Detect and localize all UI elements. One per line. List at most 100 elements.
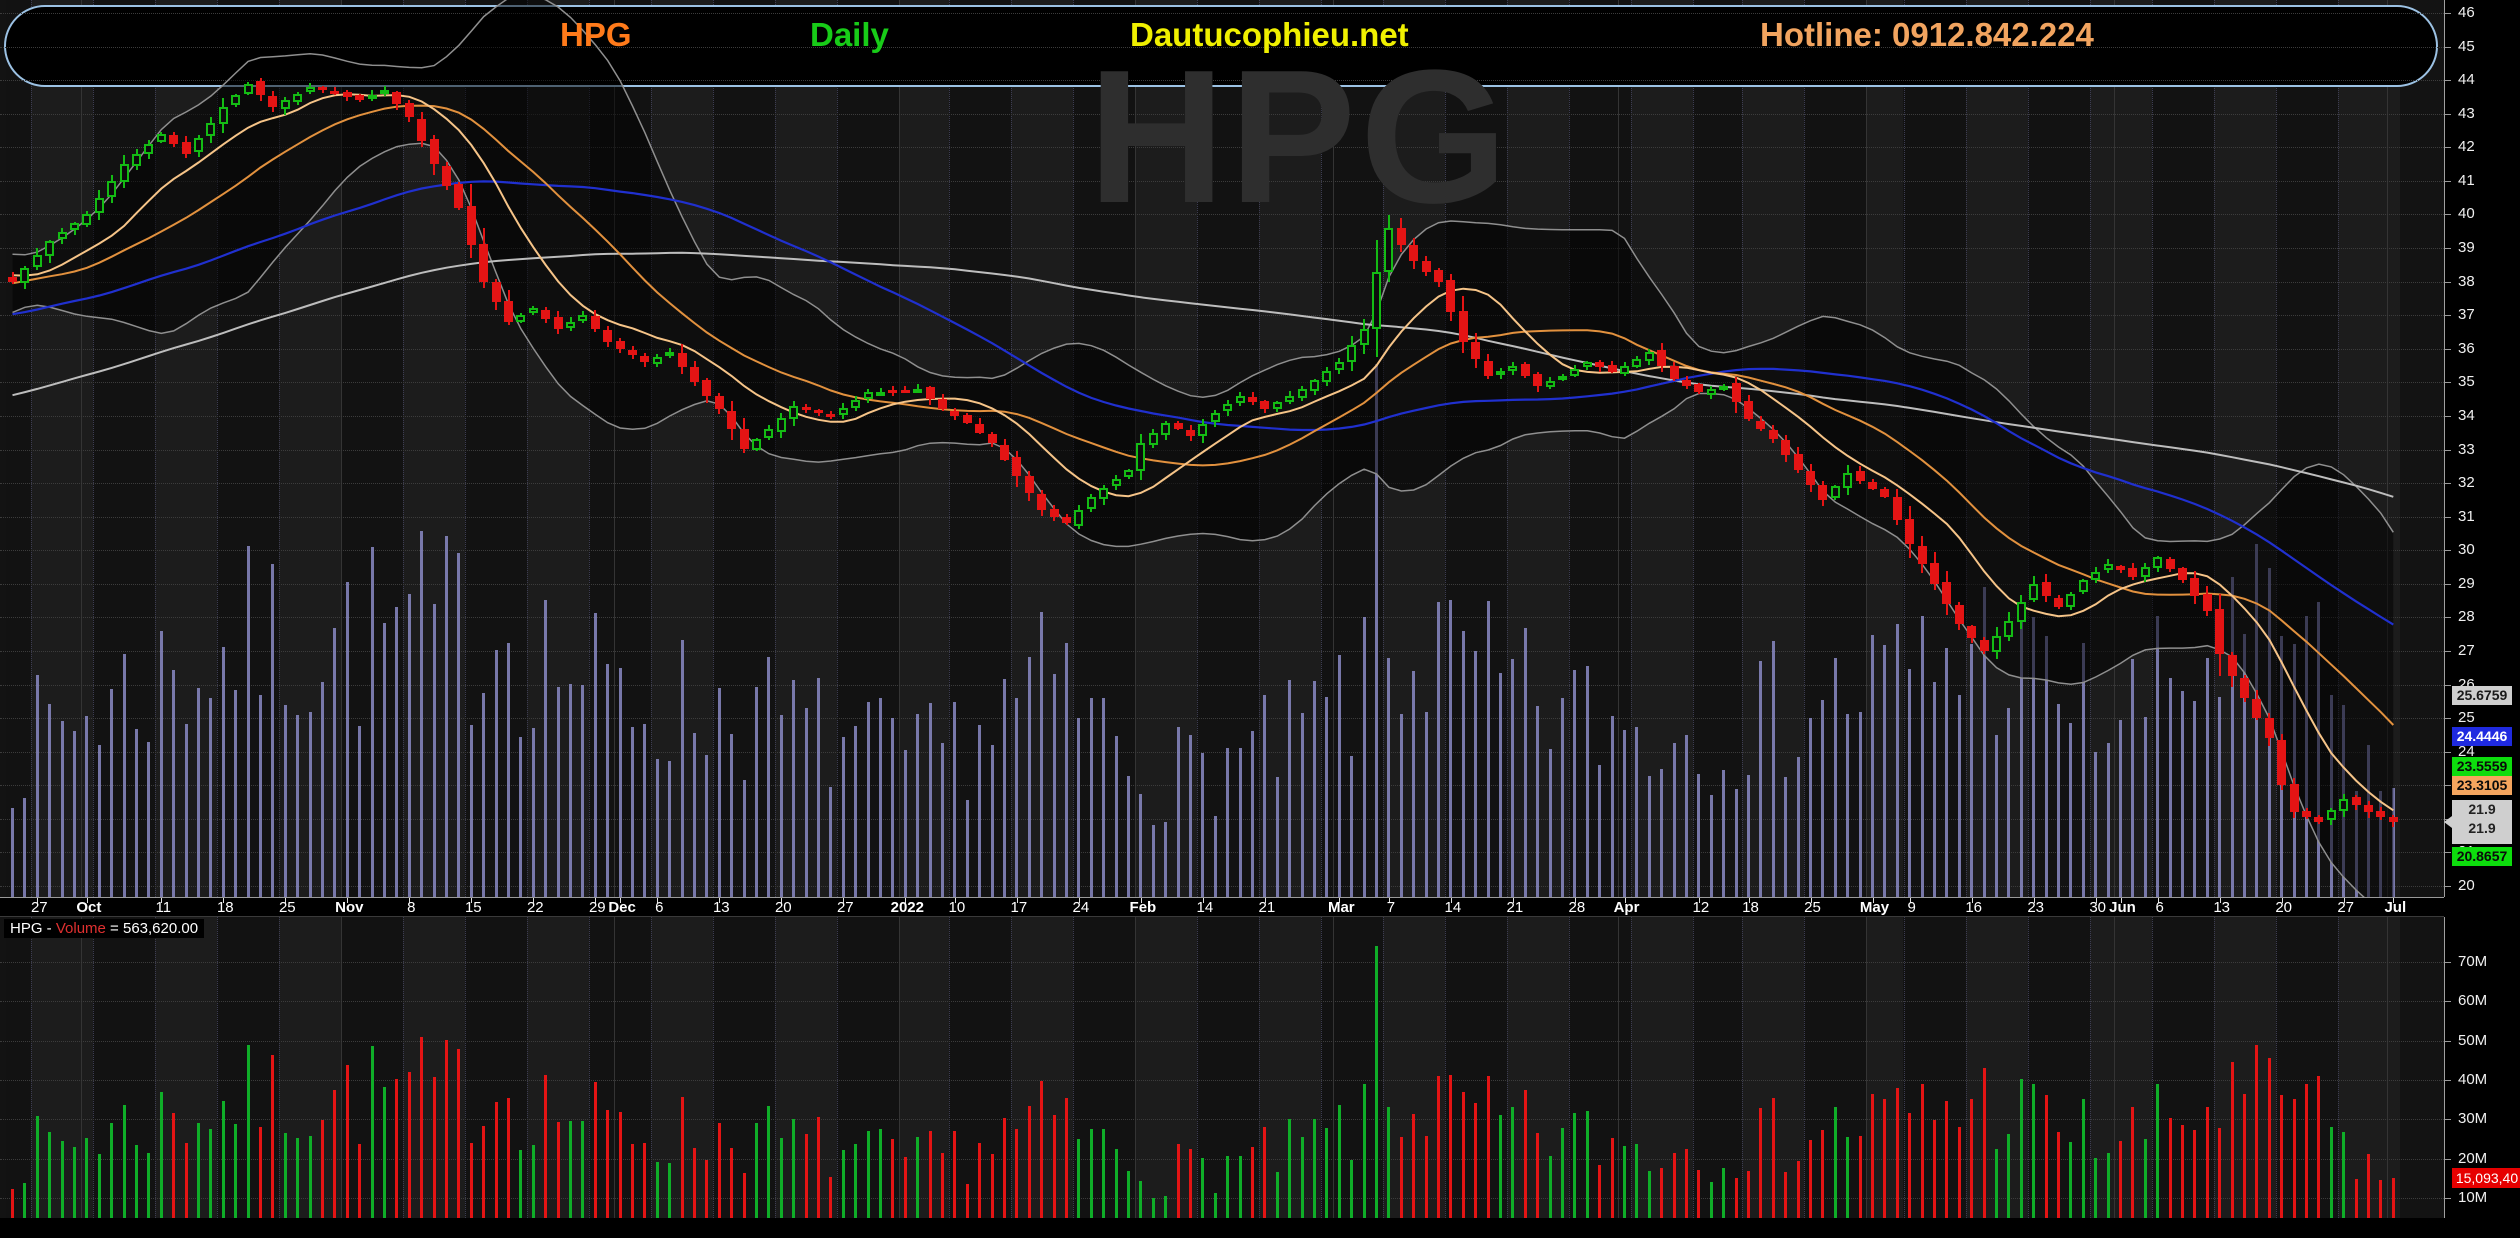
overlay-volume-bar [693,733,696,897]
price-axis-label: 35 [2458,374,2475,390]
volume-bar [1115,1149,1118,1218]
candle-body [1508,366,1517,371]
volume-bar [1859,1136,1862,1218]
overlay-volume-bar [160,631,163,897]
candle-body [988,434,997,442]
price-tag-line: 23.3105 [2452,776,2512,795]
overlay-volume-bar [2305,616,2308,897]
overlay-volume-bar [2007,708,2010,897]
price-axis-tick [2445,617,2451,618]
candle-body [231,95,240,105]
overlay-volume-bar [172,670,175,897]
candle-body [1818,485,1827,499]
volume-bar [1152,1198,1155,1218]
date-tick-label: 27 [837,900,854,916]
volume-bar [2268,1058,2271,1218]
header-hotline: Hotline: 0912.842.224 [1760,16,2094,54]
volume-axis-tick [2445,1198,2451,1199]
volume-axis[interactable]: 70M60M50M40M30M20M10M15,093,40 [2444,917,2520,1218]
price-axis[interactable]: 4645444342414039383736353433323130292827… [2444,0,2520,897]
candle-body [256,81,265,95]
price-gridline [0,584,2444,585]
volume-bar [1251,1147,1254,1218]
volume-axis-tick [2445,1001,2451,1002]
overlay-volume-bar [1821,700,1824,897]
volume-bar [333,1090,336,1218]
candle-body [244,84,253,94]
volume-pane[interactable]: HPG - Volume = 563,620.00 [0,917,2444,1218]
volume-axis-label: 70M [2458,954,2487,970]
overlay-volume-bar [1834,658,1837,897]
volume-bar [209,1129,212,1218]
candle-body [2228,655,2237,676]
overlay-volume-bar [110,689,113,897]
volume-bar [966,1184,969,1218]
candle-body [20,268,29,282]
candle-body [888,390,897,393]
price-gridline [0,315,2444,316]
overlay-volume-bar [247,546,250,897]
candle-body [901,390,910,393]
candle-body [616,341,625,349]
volume-bar [792,1119,795,1218]
candle-body [1806,471,1815,485]
week-gridline [1804,0,1805,897]
overlay-volume-bar [1400,714,1403,897]
volume-bar [2280,1095,2283,1218]
candle-body [1893,497,1902,520]
overlay-volume-bar [1921,616,1924,897]
overlay-volume-bar [284,705,287,897]
price-gridline [0,550,2444,551]
candle-body [2104,564,2113,570]
date-axis-corner [2444,897,2520,917]
volume-bar [1846,1137,1849,1218]
volume-bar [879,1129,882,1218]
volume-bar [482,1126,485,1218]
volume-bar [730,1148,733,1218]
candle-body [851,400,860,407]
volume-bar [1784,1172,1787,1218]
candle-body [2166,559,2175,569]
week-gridline [1073,0,1074,897]
week-gridline [465,0,466,897]
month-gridline [1866,0,1867,897]
volume-bar [2094,1158,2097,1218]
price-axis-label: 28 [2458,609,2475,625]
price-tag-line: 23.5559 [2452,757,2512,776]
overlay-volume-bar [1350,756,1353,897]
overlay-volume-bar [2255,544,2258,897]
price-axis-tick [2445,114,2451,115]
candle-body [1062,517,1071,523]
overlay-volume-bar [730,734,733,897]
candle-body [1223,404,1232,411]
candle-body [1459,311,1468,342]
month-gridline [2114,0,2115,897]
price-axis-tick [2445,80,2451,81]
price-axis-tick [2445,315,2451,316]
overlay-volume-bar [1003,679,1006,897]
volume-bar [2131,1107,2134,1218]
overlay-volume-bar [2057,704,2060,897]
volume-bar [2231,1062,2234,1218]
volume-bar [2330,1127,2333,1218]
candle-body [1211,413,1220,422]
candle-body [194,138,203,152]
overlay-volume-bar [1859,712,1862,897]
date-tick-label: 17 [1011,900,1028,916]
volume-series-label: HPG - Volume = 563,620.00 [4,919,204,938]
overlay-volume-bar [1375,364,1378,897]
date-axis[interactable]: 27Oct111825Nov8152229Dec6132027202210172… [0,897,2444,917]
month-gridline [899,0,900,897]
candle-body [95,198,104,214]
volume-bar [2181,1125,2184,1218]
volume-bar [346,1065,349,1218]
candle-body [1719,386,1728,390]
price-axis-label: 36 [2458,341,2475,357]
candle-body [1236,396,1245,403]
overlay-volume-bar [1685,735,1688,897]
volume-bar [2206,1107,2209,1218]
price-pane[interactable]: HPGHPGDailyDautucophieu.netHotline: 0912… [0,0,2444,897]
candle-body [1298,389,1307,398]
volume-bar [681,1097,684,1218]
candle-body [789,406,798,419]
